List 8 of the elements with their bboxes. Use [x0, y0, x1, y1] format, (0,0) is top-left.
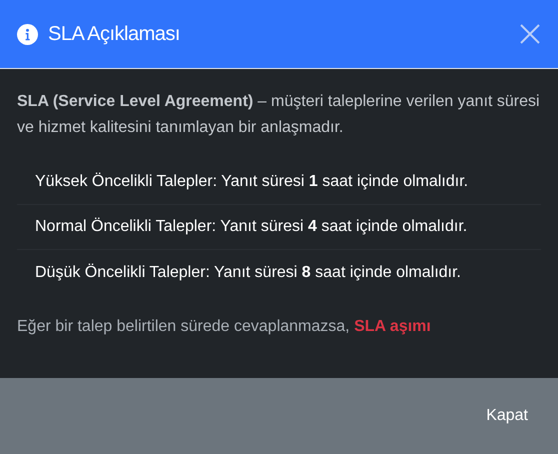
close-icon — [520, 24, 540, 44]
rule-text: Düşük Öncelikli Talepler: Yanıt süresi 8 saat içinde olmalıdır. — [35, 262, 461, 282]
rule-text: Yüksek Öncelikli Talepler: Yanıt süresi 1 saat içinde olmalıdır. — [35, 172, 468, 192]
note-text: Eğer bir talep belirtilen sürede cevaplanmazsa, SLA aşımı — [17, 317, 432, 337]
intro-text: SLA (Service Level Agreement) – müşteri taleplerine verilen yanıt süresi ve hizmet kalitesini tanımlayan bir anlaşmadır. — [17, 92, 541, 138]
info-icon — [17, 24, 38, 44]
rule-text: Normal Öncelikli Talepler: Yanıt süresi 4 saat içinde olmalıdır. — [35, 216, 468, 237]
dialog-title: SLA Açıklaması — [48, 22, 180, 47]
